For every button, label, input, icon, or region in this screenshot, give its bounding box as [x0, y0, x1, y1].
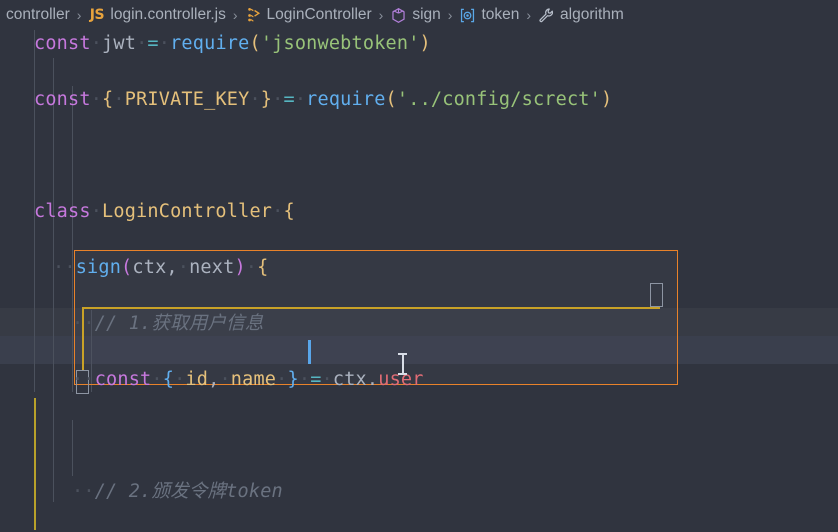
code-line[interactable]: ··const·{·id,·name·}·=·ctx.user: [0, 366, 838, 394]
token-keyword: const: [94, 369, 152, 390]
breadcrumb-item-variable[interactable]: token: [457, 7, 521, 24]
breadcrumb-item-method[interactable]: sign: [388, 7, 442, 24]
code-editor-area[interactable]: const·jwt·=·require('jsonwebtoken') cons…: [0, 30, 838, 532]
token-identifier: jwt: [102, 33, 137, 54]
breadcrumb-item-controller[interactable]: controller: [4, 7, 72, 23]
breadcrumb-separator-icon: ›: [447, 7, 453, 23]
breadcrumb-label: token: [481, 6, 520, 24]
breadcrumb-item-property[interactable]: algorithm: [536, 7, 626, 24]
symbol-property-wrench-icon: [538, 7, 555, 24]
brace-match-open-box: [650, 283, 663, 307]
breadcrumb-label: login.controller.js: [110, 6, 226, 24]
token-identifier: ctx: [332, 369, 367, 390]
token-parameter: next: [189, 257, 235, 278]
symbol-class-icon: [245, 7, 262, 24]
breadcrumb-label: algorithm: [560, 6, 624, 24]
token-keyword: const: [34, 33, 91, 54]
current-line-highlight: [0, 336, 838, 364]
breadcrumb-separator-icon: ›: [526, 7, 532, 23]
token-class-name: LoginController: [102, 201, 273, 222]
token-comment: // 1.获取用户信息: [94, 313, 264, 334]
vscode-editor-window: controller › JS login.controller.js › Lo…: [0, 0, 838, 532]
token-identifier: id: [185, 369, 209, 390]
breadcrumb-item-file[interactable]: JS login.controller.js: [86, 7, 227, 24]
code-line[interactable]: const·{·PRIVATE_KEY·}·=·require('../conf…: [0, 86, 838, 114]
token-constant: PRIVATE_KEY: [124, 89, 250, 110]
token-string: '../config/screct': [396, 89, 601, 110]
bracket-match-guide-top: [82, 307, 660, 309]
token-method-name: sign: [75, 257, 122, 278]
breadcrumb-label: LoginController: [266, 6, 372, 24]
indent-guide: [72, 86, 73, 392]
breadcrumb-separator-icon: ›: [76, 7, 82, 23]
token-function: require: [306, 89, 386, 110]
code-line-blank[interactable]: [0, 422, 838, 450]
token-parameter: ctx: [132, 257, 167, 278]
code-line[interactable]: const·jwt·=·require('jsonwebtoken'): [0, 30, 838, 58]
symbol-method-icon: [390, 7, 407, 24]
breadcrumb-label: controller: [6, 6, 70, 24]
code-line-blank[interactable]: [0, 142, 838, 170]
token-string: 'jsonwebtoken': [260, 33, 420, 54]
breadcrumb-separator-icon: ›: [378, 7, 384, 23]
token-keyword: class: [34, 201, 91, 222]
token-comment: // 2.颁发令牌token: [94, 481, 283, 502]
token-identifier: name: [230, 369, 277, 390]
token-keyword: const: [34, 89, 91, 110]
token-operator: =: [147, 33, 159, 54]
code-line[interactable]: ··// 1.获取用户信息: [0, 310, 838, 338]
token-function: require: [170, 33, 250, 54]
js-file-icon: JS: [89, 7, 105, 23]
code-line[interactable]: ··sign(ctx,·next)·{: [0, 254, 838, 282]
mouse-cursor-ibeam: [398, 353, 407, 375]
breadcrumb[interactable]: controller › JS login.controller.js › Lo…: [0, 0, 838, 30]
breadcrumb-label: sign: [412, 6, 441, 24]
code-line[interactable]: class·LoginController·{: [0, 198, 838, 226]
symbol-variable-icon: [459, 7, 476, 24]
breadcrumb-item-class[interactable]: LoginController: [243, 7, 374, 24]
code-line[interactable]: ··// 2.颁发令牌token: [0, 478, 838, 506]
breadcrumb-separator-icon: ›: [232, 7, 238, 23]
text-caret: [308, 340, 311, 364]
